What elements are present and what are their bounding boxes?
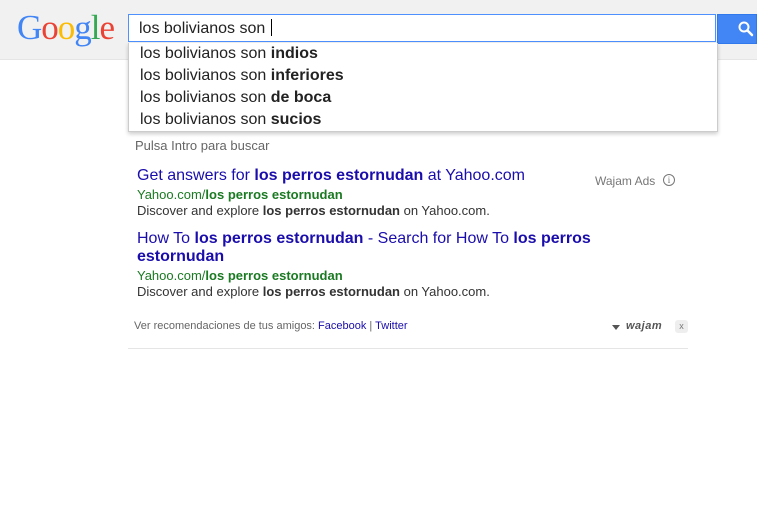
suggestion-item[interactable]: los bolivianos son de boca <box>129 87 717 109</box>
logo-letter: o <box>57 8 75 47</box>
suggestion-prefix: los bolivianos son <box>140 67 271 84</box>
ad-desc-text: Discover and explore <box>137 203 263 218</box>
ad-url-keyword: los perros estornudan <box>205 268 343 283</box>
logo-letter: o <box>41 8 58 47</box>
wajam-logo: wajam <box>626 320 663 332</box>
ad-result: How To los perros estornudan - Search fo… <box>137 230 637 299</box>
suggestion-prefix: los bolivianos son <box>140 89 271 106</box>
search-input[interactable]: los bolivianos son <box>128 14 716 42</box>
ad-desc-text: on Yahoo.com. <box>399 203 490 218</box>
friends-recommendations: Ver recomendaciones de tus amigos: Faceb… <box>134 320 408 332</box>
ad-desc-keyword: los perros estornudan <box>262 284 400 299</box>
autocomplete-dropdown: los bolivianos son indios los bolivianos… <box>128 43 718 132</box>
ad-url-domain: Yahoo.com/ <box>137 187 206 202</box>
suggestion-item[interactable]: los bolivianos son indios <box>129 43 717 65</box>
logo-letter: l <box>90 8 101 47</box>
ad-title-text: Get answers for <box>137 167 255 184</box>
logo-letter: g <box>74 8 91 47</box>
ad-title-link[interactable]: Get answers for los perros estornudan at… <box>137 167 525 185</box>
facebook-link[interactable]: Facebook <box>318 320 366 332</box>
close-icon[interactable]: x <box>675 320 688 333</box>
ad-desc-text: Discover and explore <box>137 284 263 299</box>
suggestion-completion: de boca <box>270 89 332 106</box>
ad-title-keyword: los perros <box>513 230 591 247</box>
query-value: los bolivianos son <box>139 20 270 37</box>
footer-separator: | <box>366 320 376 332</box>
search-button[interactable] <box>717 14 757 44</box>
ad-title-keyword: los perros estornudan <box>254 167 424 184</box>
logo-letter: G <box>17 8 42 47</box>
suggestion-completion: sucios <box>270 111 322 128</box>
ad-description: Discover and explore los perros estornud… <box>137 284 637 299</box>
suggestion-completion: inferiores <box>270 67 344 84</box>
ad-title-text: How To <box>137 230 195 247</box>
suggestion-prefix: los bolivianos son <box>140 111 271 128</box>
press-enter-hint: Pulsa Intro para buscar <box>135 138 270 153</box>
info-icon[interactable]: i <box>663 174 675 186</box>
ads-label: Wajam Ads <box>595 174 656 188</box>
ads-panel: Wajam Ads i Get answers for los perros e… <box>128 160 688 349</box>
ad-desc-text: on Yahoo.com. <box>399 284 490 299</box>
ad-title-keyword: los perros estornudan <box>194 230 364 247</box>
ad-title-text: at Yahoo.com <box>423 167 525 184</box>
suggestion-completion: indios <box>270 45 318 62</box>
suggestion-prefix: los bolivianos son <box>140 45 271 62</box>
ad-desc-keyword: los perros estornudan <box>262 203 400 218</box>
ad-result: Get answers for los perros estornudan at… <box>137 167 525 218</box>
google-logo[interactable]: Google <box>17 8 116 48</box>
ad-description: Discover and explore los perros estornud… <box>137 203 525 218</box>
search-query-text: los bolivianos son <box>139 19 272 38</box>
text-caret <box>270 19 272 36</box>
logo-letter: e <box>99 8 116 47</box>
ad-title-link[interactable]: How To los perros estornudan - Search fo… <box>137 230 637 266</box>
twitter-link[interactable]: Twitter <box>375 320 407 332</box>
chevron-down-icon[interactable] <box>612 325 620 330</box>
ad-url: Yahoo.com/los perros estornudan <box>137 187 525 202</box>
search-icon <box>738 21 754 37</box>
footer-text: Ver recomendaciones de tus amigos: <box>134 320 319 332</box>
suggestion-item[interactable]: los bolivianos son inferiores <box>129 65 717 87</box>
ad-title-keyword: estornudan <box>137 248 225 265</box>
ad-url-domain: Yahoo.com/ <box>137 268 206 283</box>
ad-url-keyword: los perros estornudan <box>205 187 343 202</box>
ad-url: Yahoo.com/los perros estornudan <box>137 268 637 283</box>
suggestion-item[interactable]: los bolivianos son sucios <box>129 109 717 131</box>
ad-title-text: - Search for How To <box>363 230 514 247</box>
